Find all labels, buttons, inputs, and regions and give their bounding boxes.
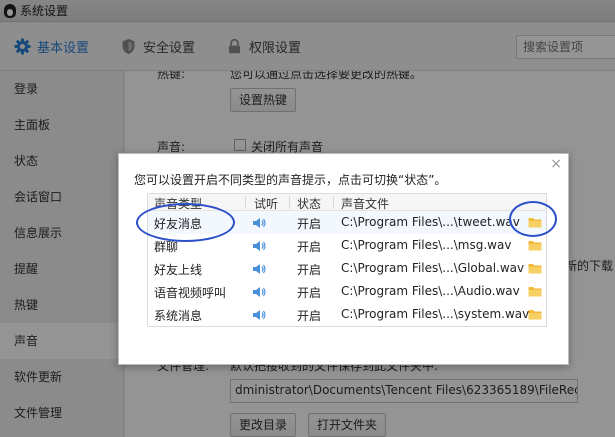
status-cell[interactable]: 开启 — [297, 284, 321, 301]
column-divider — [333, 196, 334, 209]
sound-file-cell: C:\Program Files\...\system.wav — [341, 307, 530, 321]
sound-type-cell: 系统消息 — [154, 309, 203, 323]
column-sound-file: 声音文件 — [341, 197, 390, 211]
sound-type-cell: 好友上线 — [154, 263, 203, 277]
table-row[interactable]: 语音视频呼叫 开启 C:\Program Files\...\Audio.wav — [148, 280, 546, 303]
sound-type-cell: 语音视频呼叫 — [154, 286, 227, 300]
status-cell[interactable]: 开启 — [297, 261, 321, 278]
folder-icon[interactable] — [528, 216, 542, 228]
sound-settings-dialog: × 您可以设置开启不同类型的声音提示，点击可切换“状态”。 声音类型 试听 状态… — [118, 153, 569, 365]
close-icon[interactable]: × — [550, 156, 562, 172]
sound-file-cell: C:\Program Files\...\msg.wav — [341, 238, 512, 252]
column-divider — [245, 196, 246, 209]
folder-icon[interactable] — [528, 239, 542, 251]
status-cell[interactable]: 开启 — [297, 238, 321, 255]
status-cell[interactable]: 开启 — [297, 307, 321, 324]
table-row[interactable]: 好友消息 开启 C:\Program Files\...\tweet.wav — [148, 211, 546, 234]
column-status: 状态 — [297, 197, 322, 211]
speaker-icon[interactable] — [252, 286, 266, 298]
speaker-icon[interactable] — [252, 263, 266, 275]
speaker-icon[interactable] — [252, 309, 266, 321]
sound-file-cell: C:\Program Files\...\Global.wav — [341, 261, 525, 275]
folder-icon[interactable] — [528, 308, 542, 320]
sound-type-cell: 好友消息 — [154, 217, 203, 231]
table-row[interactable]: 好友上线 开启 C:\Program Files\...\Global.wav — [148, 257, 546, 280]
dialog-tip: 您可以设置开启不同类型的声音提示，点击可切换“状态”。 — [134, 173, 447, 187]
sound-file-cell: C:\Program Files\...\Audio.wav — [341, 284, 520, 298]
sound-table: 声音类型 试听 状态 声音文件 好友消息 开启 C:\Program Files… — [147, 193, 547, 327]
sound-file-cell: C:\Program Files\...\tweet.wav — [341, 215, 520, 229]
table-row[interactable]: 系统消息 开启 C:\Program Files\...\system.wav — [148, 303, 546, 326]
folder-icon[interactable] — [528, 285, 542, 297]
speaker-icon[interactable] — [252, 240, 266, 252]
table-row[interactable]: 群聊 开启 C:\Program Files\...\msg.wav — [148, 234, 546, 257]
speaker-icon[interactable] — [252, 217, 266, 229]
folder-icon[interactable] — [528, 262, 542, 274]
column-divider — [289, 196, 290, 209]
sound-type-cell: 群聊 — [154, 240, 179, 254]
column-preview: 试听 — [254, 197, 279, 211]
column-sound-type: 声音类型 — [154, 197, 203, 211]
table-header: 声音类型 试听 状态 声音文件 — [148, 194, 546, 211]
status-cell[interactable]: 开启 — [297, 215, 321, 232]
